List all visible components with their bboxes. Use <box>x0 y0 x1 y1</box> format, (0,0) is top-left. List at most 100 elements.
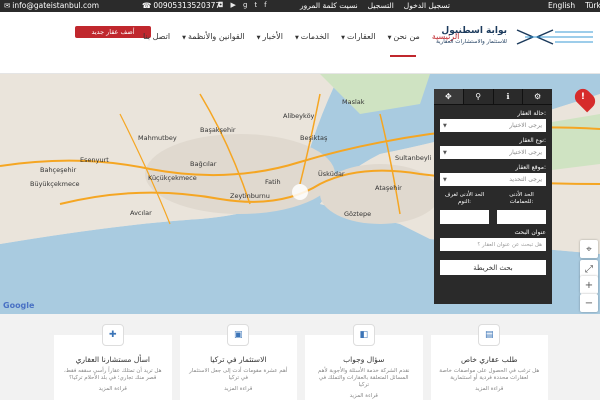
search-panel: ✥ ⚲ ℹ ⚙ حالة العقار: ▼ يرجى الاختيار نوع … <box>434 89 552 304</box>
briefcase-icon: ▣ <box>227 324 250 346</box>
map-label: Büyükçekmece <box>30 180 80 188</box>
min-baths-input[interactable] <box>497 210 546 224</box>
map-view[interactable]: Maslak Başakşehir Alibeyköy Esenyurt Mah… <box>0 74 600 314</box>
card-ask-consultant[interactable]: ✚ اسأل مستشارنا العقاري هل تريد أن تمتلك… <box>54 324 172 400</box>
status-value: يرجى الاختيار <box>509 122 542 129</box>
map-label: Bahçeşehir <box>40 166 77 174</box>
min-rooms-input[interactable] <box>440 210 489 224</box>
main-nav: الرئيسية من نحن▼ العقارات▼ الخدمات▼ الأخ… <box>143 32 459 46</box>
logo-subtitle: للاستثمار والاستشارات العقارية <box>436 39 507 45</box>
map-label: Ataşehir <box>375 184 402 192</box>
lang-english[interactable]: English <box>548 1 575 10</box>
map-label: Beşiktaş <box>300 134 328 142</box>
chevron-down-icon: ▼ <box>256 35 261 41</box>
chevron-down-icon: ▼ <box>443 176 447 183</box>
youtube-icon[interactable]: ▶ <box>231 1 236 9</box>
map-cluster-marker[interactable] <box>292 184 308 200</box>
nav-active-indicator <box>390 55 416 57</box>
map-label: Göztepe <box>344 210 372 218</box>
read-more-link[interactable]: قراءة المزيد <box>305 393 423 399</box>
site-logo[interactable]: بوابة اسطنبول للاستثمار والاستشارات العق… <box>425 22 595 52</box>
read-more-link[interactable]: قراءة المزيد <box>180 386 298 392</box>
language-switcher: English Türkçe <box>548 1 600 10</box>
card-desc: نقدم الشركة خدمة الأسئلة والأجوبة لأهم ا… <box>317 368 410 388</box>
settings-icon[interactable]: ⚙ <box>523 89 552 104</box>
chevron-down-icon: ▼ <box>443 122 447 129</box>
map-icon: ▤ <box>478 324 501 346</box>
logo-title: بوابة اسطنبول <box>441 26 507 36</box>
auth-links: تسجيل الدخول التسجيل نسيت كلمة المرور <box>300 1 450 10</box>
location-select[interactable]: ▼ يرجى التحديد <box>440 173 546 186</box>
card-title: الاستثمار في تركيا <box>210 355 267 364</box>
zoom-in-button[interactable]: + <box>580 276 598 294</box>
move-icon[interactable]: ✥ <box>434 89 464 104</box>
pin-glyph: ! <box>580 91 585 102</box>
card-invest-turkey[interactable]: ▣ الاستثمار في تركيا أهم عشرة مقومات أدت… <box>179 324 298 400</box>
nav-properties-label: العقارات <box>346 32 376 41</box>
map-label: Maslak <box>342 98 365 106</box>
map-label: Esenyurt <box>80 156 109 164</box>
login-link[interactable]: تسجيل الدخول <box>404 1 450 10</box>
plus-icon: ✚ <box>101 324 124 346</box>
add-property-button[interactable]: أضف عقار جديد <box>75 26 151 38</box>
min-rooms-label: الحد الأدنى لغرف النوم: <box>444 192 485 205</box>
map-label: Alibeyköy <box>283 112 315 120</box>
map-label: Başakşehir <box>200 126 236 134</box>
map-label: Üsküdar <box>318 170 345 178</box>
read-more-link[interactable]: قراءة المزيد <box>54 386 172 392</box>
nav-properties[interactable]: العقارات▼ <box>341 32 375 46</box>
nav-laws[interactable]: القوانين والأنظمة▼ <box>182 32 245 46</box>
nav-services[interactable]: الخدمات▼ <box>295 32 329 46</box>
nav-services-label: الخدمات <box>300 32 330 41</box>
search-title-input[interactable]: هل تبحث عن عنوان العقار ؟ <box>440 238 546 251</box>
chevron-down-icon: ▼ <box>294 35 299 41</box>
chevron-down-icon: ▼ <box>182 35 186 41</box>
panel-tabs: ✥ ⚲ ℹ ⚙ <box>434 89 552 105</box>
email-link[interactable]: ✉ info@gateistanbul.com <box>4 1 99 10</box>
info-icon[interactable]: ℹ <box>494 89 524 104</box>
card-special-request[interactable]: ▤ طلب عقاري خاص هل ترغب في الحصول على مو… <box>430 324 549 400</box>
map-search-button[interactable]: بحث الخريطة <box>440 260 546 275</box>
min-baths-label: الحد الأدنى للحمامات: <box>509 192 534 205</box>
min-rooms-col: الحد الأدنى لغرف النوم: <box>440 192 489 224</box>
card-desc: هل تريد أن تمتلك عقاراً رأسي سقفه فقط، ق… <box>63 368 162 381</box>
location-label: موقع العقار: <box>515 164 546 171</box>
map-label: Küçükçekmece <box>148 174 197 182</box>
chevron-down-icon: ▼ <box>443 149 447 156</box>
googleplus-icon[interactable]: g <box>243 1 247 9</box>
nav-about[interactable]: من نحن▼ <box>388 32 420 46</box>
twitter-icon[interactable]: t <box>254 1 257 9</box>
map-label: Sultanbeyli <box>395 154 432 162</box>
google-logo: Google <box>3 301 35 310</box>
read-more-link[interactable]: قراءة المزيد <box>431 386 549 392</box>
chevron-down-icon: ▼ <box>341 35 345 41</box>
forgot-password-link[interactable]: نسيت كلمة المرور <box>300 1 358 10</box>
location-icon[interactable]: ⌖ <box>580 240 598 258</box>
nav-news[interactable]: الأخبار▼ <box>257 32 283 46</box>
card-title: طلب عقاري خاص <box>460 355 518 364</box>
phone-text: 00905313520377 <box>153 1 221 10</box>
type-value: يرجى الاختيار <box>509 149 542 156</box>
min-baths-col: الحد الأدنى للحمامات: <box>497 192 546 224</box>
nav-contact[interactable]: اتصل بنا <box>143 32 170 46</box>
map-label: Mahmutbey <box>138 134 177 142</box>
phone-link[interactable]: ☎ 00905313520377 <box>142 1 220 10</box>
zoom-out-button[interactable]: − <box>580 294 598 312</box>
signup-link[interactable]: التسجيل <box>368 1 394 10</box>
card-desc: هل ترغب في الحصول على مواصفات خاصة لعقار… <box>439 368 540 381</box>
lang-turkish[interactable]: Türkçe <box>585 1 600 10</box>
card-title: سؤال وجواب <box>343 355 385 364</box>
instagram-icon[interactable]: ◘ <box>218 1 224 9</box>
card-title: اسأل مستشارنا العقاري <box>75 355 150 364</box>
type-select[interactable]: ▼ يرجى الاختيار <box>440 146 546 159</box>
service-cards: ✚ اسأل مستشارنا العقاري هل تريد أن تمتلك… <box>54 324 549 400</box>
card-faq[interactable]: ◧ سؤال وجواب نقدم الشركة خدمة الأسئلة وا… <box>305 324 423 400</box>
status-select[interactable]: ▼ يرجى الاختيار <box>440 119 546 132</box>
search-icon[interactable]: ⚲ <box>464 89 494 104</box>
nav-news-label: الأخبار <box>262 32 283 41</box>
site-header: أضف عقار جديد الرئيسية من نحن▼ العقارات▼… <box>0 12 600 74</box>
nav-about-label: من نحن <box>393 32 420 41</box>
facebook-icon[interactable]: f <box>264 1 266 9</box>
map-label: Avcılar <box>130 209 152 217</box>
chevron-down-icon: ▼ <box>387 35 392 41</box>
